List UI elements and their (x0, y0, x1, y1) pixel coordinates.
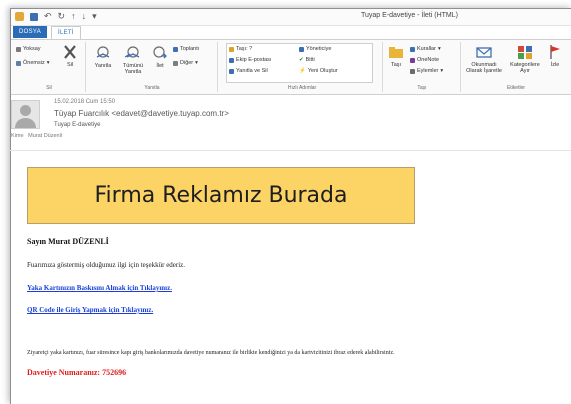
avatar-body (15, 118, 36, 128)
categorize-icon (518, 46, 532, 59)
delete-group-label: Sil (46, 85, 52, 91)
delete-x-icon (64, 45, 76, 59)
to-manager-icon (299, 46, 304, 52)
categorize-button[interactable]: Kategorilere Ayır (510, 44, 540, 74)
quickstep-reply-delete[interactable]: Yanıtla ve Sil (229, 68, 268, 74)
sender-avatar (11, 100, 40, 129)
invitation-number: Davetiye Numaranız: 752696 (27, 368, 127, 377)
junk-icon (16, 60, 21, 66)
message-recipient: Kime Murat Düzenli (11, 133, 62, 139)
save-icon[interactable] (30, 12, 38, 21)
more-respond-button[interactable]: Diğer ▾ (173, 60, 198, 66)
quick-access-toolbar: ↶ ↻ ↑ ↓ ▾ (15, 11, 97, 22)
ignore-button[interactable]: Yoksay (16, 46, 41, 52)
reply-delete-icon (229, 68, 234, 74)
quickstep-team-email[interactable]: Ekip E-postası (229, 57, 271, 63)
respond-group: Yanıtla Tümünü Yanıtla İlet Toplantı Diğ… (87, 42, 218, 92)
lightning-icon: ⚡ (299, 68, 306, 74)
respond-group-label: Yanıtla (144, 85, 160, 91)
quicksteps-group: Taşı: ? Ekip E-postası Yanıtla ve Sil Yö… (222, 42, 383, 92)
ribbon: Yoksay Önemsiz ▾ Sil Sil Yanıtla Tümünü … (11, 39, 571, 95)
quickstep-done[interactable]: ✔ Bitti (299, 57, 315, 63)
window-title: Tuyap E-davetiye - İleti (HTML) (361, 12, 458, 19)
header-divider (10, 150, 571, 151)
mark-unread-button[interactable]: Okunmadı Olarak İşaretle (464, 44, 504, 74)
flag-icon (550, 45, 560, 59)
forward-icon (153, 46, 167, 59)
redo-icon[interactable]: ↻ (58, 11, 66, 22)
tab-message[interactable]: İLETİ (51, 26, 81, 39)
more-icon (173, 60, 178, 66)
quickstep-to-manager[interactable]: Yöneticiye (299, 46, 331, 52)
rules-button[interactable]: Kurallar ▾ (410, 46, 441, 52)
chevron-down-icon: ▾ (195, 60, 198, 66)
badge-print-link[interactable]: Yaka Kartınızın Baskısını Almak için Tık… (27, 284, 172, 292)
move-button[interactable]: Taşı (387, 44, 405, 68)
checkmark-icon: ✔ (299, 57, 304, 63)
delete-group: Yoksay Önemsiz ▾ Sil Sil (13, 42, 86, 92)
qr-code-link[interactable]: QR Code ile Giriş Yapmak için Tıklayınız… (27, 306, 153, 314)
quickstep-move[interactable]: Taşı: ? (229, 46, 252, 52)
folder-icon (229, 46, 234, 52)
reply-all-button[interactable]: Tümünü Yanıtla (118, 45, 148, 75)
move-folder-icon (389, 47, 403, 58)
forward-button[interactable]: İlet (149, 45, 171, 69)
meeting-icon (173, 46, 178, 52)
envelope-icon (476, 47, 492, 58)
junk-button[interactable]: Önemsiz ▾ (16, 60, 49, 66)
actions-button[interactable]: Eylemler ▾ (410, 68, 443, 74)
ribbon-tabs: DOSYA İLETİ (11, 26, 571, 39)
move-group-label: Taşı (417, 85, 427, 91)
team-email-icon (229, 57, 234, 63)
rules-icon (410, 46, 415, 52)
reply-button[interactable]: Yanıtla (90, 45, 116, 69)
to-value[interactable]: Murat Düzenli (28, 133, 62, 139)
actions-icon (410, 68, 415, 74)
instructions-paragraph: Ziyaretçi yaka kartınızı, fuar süresince… (27, 350, 395, 356)
undo-icon[interactable]: ↶ (44, 11, 52, 22)
ad-banner: Firma Reklamız Burada (27, 167, 415, 224)
message-sender[interactable]: Tüyap Fuarcılık <edavet@davetiye.tuyap.c… (54, 109, 229, 118)
title-bar: ↶ ↻ ↑ ↓ ▾ Tuyap E-davetiye - İleti (HTML… (11, 9, 571, 26)
ad-banner-text: Firma Reklamız Burada (94, 183, 348, 208)
chevron-down-icon: ▾ (437, 46, 441, 52)
message-subject: Tuyap E-davetiye (54, 122, 101, 128)
delete-button[interactable]: Sil (60, 44, 80, 68)
chevron-down-icon: ▾ (46, 60, 50, 66)
up-arrow-icon[interactable]: ↑ (71, 11, 76, 22)
onenote-icon (410, 57, 415, 63)
move-group: Taşı Kurallar ▾ OneNote Eylemler ▾ Taşı (384, 42, 461, 92)
message-date: 15.02.2018 Cum 15:50 (54, 99, 116, 105)
reply-icon (96, 46, 110, 58)
avatar-head (20, 105, 31, 116)
chevron-down-icon: ▾ (440, 68, 444, 74)
customize-chevron-icon[interactable]: ▾ (92, 11, 97, 22)
quicksteps-gallery: Taşı: ? Ekip E-postası Yanıtla ve Sil Yö… (226, 43, 373, 83)
greeting: Sayın Murat DÜZENLİ (27, 237, 109, 246)
ignore-icon (16, 46, 21, 52)
meeting-button[interactable]: Toplantı (173, 46, 199, 52)
down-arrow-icon[interactable]: ↓ (82, 11, 87, 22)
outlook-app-icon (15, 12, 24, 21)
tags-group-label: Etiketler (506, 85, 526, 91)
onenote-button[interactable]: OneNote (410, 57, 439, 63)
to-label: Kime (11, 133, 24, 139)
reply-all-icon (124, 46, 140, 58)
tab-file[interactable]: DOSYA (13, 26, 48, 38)
followup-button[interactable]: İzle (546, 44, 564, 68)
quicksteps-group-label: Hızlı Adımlar (287, 85, 317, 91)
quickstep-create-new[interactable]: ⚡ Yeni Oluştur (299, 68, 338, 74)
tags-group: Okunmadı Olarak İşaretle Kategorilere Ay… (462, 42, 570, 92)
thank-you-paragraph: Fuarımıza göstermiş olduğunuz ilgi için … (27, 261, 186, 269)
